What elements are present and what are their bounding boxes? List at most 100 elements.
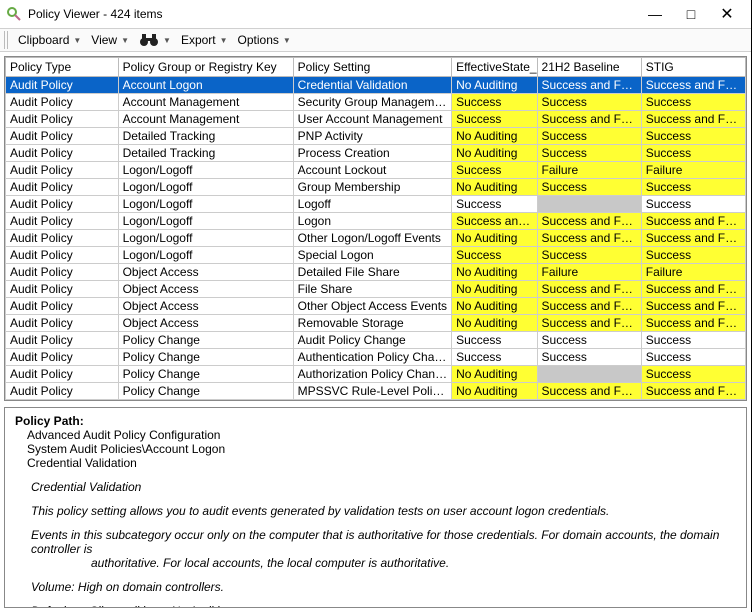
table-cell: Logon xyxy=(293,213,451,230)
table-cell: Object Access xyxy=(118,315,293,332)
table-cell: Account Logon xyxy=(118,77,293,94)
policy-table: Policy Type Policy Group or Registry Key… xyxy=(5,57,746,400)
table-cell: Audit Policy xyxy=(6,196,119,213)
table-cell: Audit Policy xyxy=(6,213,119,230)
col-policy-group[interactable]: Policy Group or Registry Key xyxy=(118,58,293,77)
table-row[interactable]: Audit PolicyObject AccessFile ShareNo Au… xyxy=(6,281,746,298)
menu-label: Export xyxy=(181,33,216,47)
table-cell: Success and Fail... xyxy=(641,230,745,247)
table-cell: Audit Policy xyxy=(6,264,119,281)
table-cell: Success and Fail... xyxy=(537,281,641,298)
table-cell: Success and Fail... xyxy=(641,111,745,128)
menu-export[interactable]: Export▼ xyxy=(177,31,232,49)
table-row[interactable]: Audit PolicyPolicy ChangeAuthorization P… xyxy=(6,366,746,383)
table-cell: Audit Policy Change xyxy=(293,332,451,349)
table-cell: User Account Management xyxy=(293,111,451,128)
find-button[interactable]: ▼ xyxy=(135,30,175,50)
table-cell: No Auditing xyxy=(452,298,537,315)
col-21h2-baseline[interactable]: 21H2 Baseline xyxy=(537,58,641,77)
table-cell: Success xyxy=(537,349,641,366)
col-effective-state[interactable]: EffectiveState_ xyxy=(452,58,537,77)
col-policy-type[interactable]: Policy Type xyxy=(6,58,119,77)
policy-path-line: Advanced Audit Policy Configuration xyxy=(27,428,736,442)
table-cell: Audit Policy xyxy=(6,298,119,315)
table-cell: Success xyxy=(641,179,745,196)
table-cell: Success and Fail... xyxy=(641,315,745,332)
table-cell: Success xyxy=(537,179,641,196)
menu-clipboard[interactable]: Clipboard▼ xyxy=(14,31,85,49)
table-row[interactable]: Audit PolicyLogon/LogoffGroup Membership… xyxy=(6,179,746,196)
table-cell: Success xyxy=(641,128,745,145)
menu-options[interactable]: Options▼ xyxy=(234,31,295,49)
table-cell: Logon/Logoff xyxy=(118,230,293,247)
minimize-button[interactable]: — xyxy=(637,0,673,28)
table-row[interactable]: Audit PolicyAccount ManagementSecurity G… xyxy=(6,94,746,111)
table-cell: Process Creation xyxy=(293,145,451,162)
table-row[interactable]: Audit PolicyObject AccessDetailed File S… xyxy=(6,264,746,281)
table-row[interactable]: Audit PolicyDetailed TrackingPNP Activit… xyxy=(6,128,746,145)
table-cell: Success xyxy=(452,111,537,128)
details-text: authoritative. For local accounts, the l… xyxy=(91,556,449,570)
table-row[interactable]: Audit PolicyAccount ManagementUser Accou… xyxy=(6,111,746,128)
table-row[interactable]: Audit PolicyLogon/LogoffSpecial LogonSuc… xyxy=(6,247,746,264)
table-cell: Success xyxy=(641,247,745,264)
table-cell: No Auditing xyxy=(452,230,537,247)
table-cell: MPSSVC Rule-Level Policy C... xyxy=(293,383,451,400)
toolbar-grip[interactable] xyxy=(4,31,8,49)
table-cell: Detailed Tracking xyxy=(118,145,293,162)
table-cell: Logon/Logoff xyxy=(118,213,293,230)
chevron-down-icon: ▼ xyxy=(283,36,291,45)
menu-label: View xyxy=(91,33,117,47)
table-cell: File Share xyxy=(293,281,451,298)
table-cell: Success xyxy=(452,247,537,264)
details-paragraph: Credential Validation xyxy=(31,480,736,494)
table-row[interactable]: Audit PolicyLogon/LogoffLogoffSuccessSuc… xyxy=(6,196,746,213)
table-cell: Logon/Logoff xyxy=(118,247,293,264)
window: Policy Viewer - 424 items — □ ✕ Clipboar… xyxy=(0,0,752,612)
table-cell: Policy Change xyxy=(118,366,293,383)
col-policy-setting[interactable]: Policy Setting xyxy=(293,58,451,77)
table-cell: Success and Fail... xyxy=(537,315,641,332)
table-row[interactable]: Audit PolicyLogon/LogoffLogonSuccess and… xyxy=(6,213,746,230)
table-row[interactable]: Audit PolicyPolicy ChangeAuthentication … xyxy=(6,349,746,366)
table-cell: Success xyxy=(452,349,537,366)
table-cell: No Auditing xyxy=(452,383,537,400)
table-cell: Logon/Logoff xyxy=(118,162,293,179)
table-cell: Audit Policy xyxy=(6,383,119,400)
table-cell: Credential Validation xyxy=(293,77,451,94)
table-cell: Audit Policy xyxy=(6,247,119,264)
table-cell: Audit Policy xyxy=(6,179,119,196)
table-row[interactable]: Audit PolicyLogon/LogoffOther Logon/Logo… xyxy=(6,230,746,247)
col-stig[interactable]: STIG xyxy=(641,58,745,77)
table-cell: Success and Fail... xyxy=(641,383,745,400)
close-button[interactable]: ✕ xyxy=(709,0,745,28)
table-cell: No Auditing xyxy=(452,128,537,145)
table-cell: Policy Change xyxy=(118,332,293,349)
table-cell: Failure xyxy=(537,162,641,179)
table-cell: Security Group Management xyxy=(293,94,451,111)
menu-view[interactable]: View▼ xyxy=(87,31,133,49)
table-cell: Success xyxy=(452,196,537,213)
table-row[interactable]: Audit PolicyObject AccessOther Object Ac… xyxy=(6,298,746,315)
table-row[interactable]: Audit PolicyPolicy ChangeMPSSVC Rule-Lev… xyxy=(6,383,746,400)
table-cell: PNP Activity xyxy=(293,128,451,145)
table-cell: Success and Fail... xyxy=(537,111,641,128)
table-cell: Detailed Tracking xyxy=(118,128,293,145)
table-row[interactable]: Audit PolicyLogon/LogoffAccount LockoutS… xyxy=(6,162,746,179)
table-row[interactable]: Audit PolicyObject AccessRemovable Stora… xyxy=(6,315,746,332)
toolbar: Clipboard▼ View▼ ▼ Export▼ Options▼ xyxy=(0,28,751,52)
table-cell: No Auditing xyxy=(452,179,537,196)
maximize-button[interactable]: □ xyxy=(673,0,709,28)
table-cell: Authentication Policy Change xyxy=(293,349,451,366)
policy-grid[interactable]: Policy Type Policy Group or Registry Key… xyxy=(4,56,747,401)
table-cell: Success and Fail... xyxy=(641,281,745,298)
table-cell: Audit Policy xyxy=(6,145,119,162)
table-cell: Removable Storage xyxy=(293,315,451,332)
table-cell: Audit Policy xyxy=(6,77,119,94)
table-row[interactable]: Audit PolicyPolicy ChangeAudit Policy Ch… xyxy=(6,332,746,349)
table-row[interactable]: Audit PolicyDetailed TrackingProcess Cre… xyxy=(6,145,746,162)
menu-label: Clipboard xyxy=(18,33,69,47)
table-row[interactable]: Audit PolicyAccount LogonCredential Vali… xyxy=(6,77,746,94)
table-cell: Audit Policy xyxy=(6,162,119,179)
table-cell: No Auditing xyxy=(452,145,537,162)
